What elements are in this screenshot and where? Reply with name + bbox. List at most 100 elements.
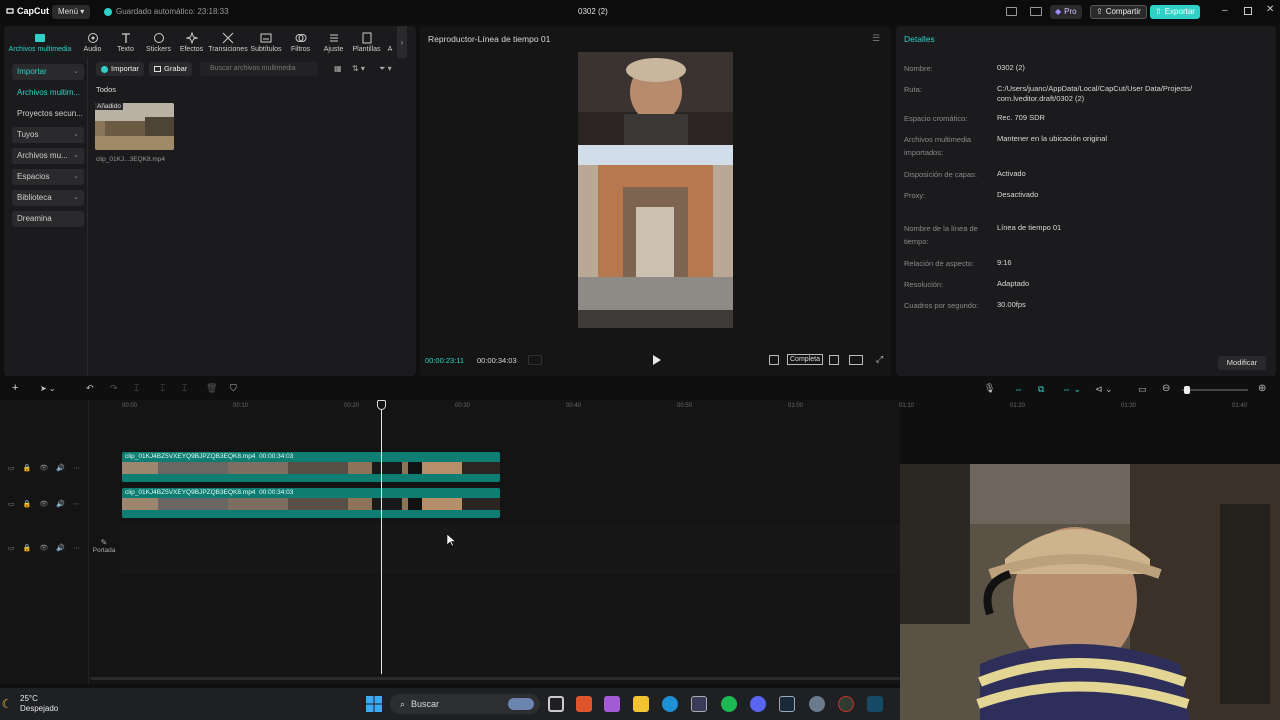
undo-icon[interactable]: ↶ xyxy=(86,383,94,394)
trim-left-icon[interactable]: ⌶ xyxy=(160,383,165,394)
track-toggle-icon[interactable]: ▭ xyxy=(8,544,15,552)
preview-axis-icon[interactable]: ⊲ ⌄ xyxy=(1095,384,1113,395)
file-explorer-icon[interactable] xyxy=(633,696,649,712)
export-button[interactable]: ⇧ Exportar xyxy=(1150,5,1200,19)
brave-browser-icon[interactable] xyxy=(576,696,592,712)
delete-icon[interactable]: 🗑 xyxy=(206,383,217,394)
modify-button[interactable]: Modificar xyxy=(1218,356,1266,370)
more-options-icon[interactable]: ⋯ xyxy=(73,544,80,552)
grid-view-icon[interactable]: ▦ xyxy=(334,64,342,73)
tab-effects[interactable]: Efectos xyxy=(175,26,208,58)
record-button[interactable]: Grabar xyxy=(149,62,193,76)
weather-widget[interactable]: 25°C Despejado xyxy=(20,694,58,714)
select-tool-icon[interactable]: ➤ ⌄ xyxy=(40,384,56,393)
settings-gear-icon[interactable] xyxy=(809,696,825,712)
tab-media[interactable]: Archivos multimedia xyxy=(4,26,76,58)
more-options-icon[interactable]: ⋯ xyxy=(73,500,80,508)
sidebar-item-secondary-projects[interactable]: Proyectos secun... xyxy=(12,106,84,122)
fullscreen-icon[interactable]: ⤢ xyxy=(876,354,883,365)
microphone-icon[interactable]: 🎙 xyxy=(984,383,995,394)
store-icon[interactable] xyxy=(691,696,707,712)
cover-button[interactable]: ✎ Portada xyxy=(90,538,118,560)
copilot-icon[interactable] xyxy=(604,696,620,712)
video-clip[interactable]: clip_01KJ4BZ5VXEYQ9BJPZQB3EQK8.mp4 00:00… xyxy=(122,452,500,482)
minimize-icon[interactable]: – xyxy=(1222,5,1228,16)
tab-stickers[interactable]: Stickers xyxy=(142,26,175,58)
split-icon[interactable]: ⌶ xyxy=(134,383,139,394)
play-button[interactable] xyxy=(652,354,662,366)
crop-icon[interactable] xyxy=(769,355,779,365)
edge-browser-icon[interactable] xyxy=(662,696,678,712)
timeline-ruler[interactable]: 00:00 00:10 00:20 00:30 00:40 00:50 01:00 01:10… xyxy=(0,403,1280,413)
filter-icon[interactable]: ⏷ ▾ xyxy=(379,64,392,74)
tab-subtitles[interactable]: Subtítulos xyxy=(248,26,284,58)
tab-more[interactable]: A xyxy=(383,26,397,58)
sidebar-item-library[interactable]: Biblioteca ⌄ xyxy=(12,190,84,206)
mute-icon[interactable]: 🔊 xyxy=(56,464,65,472)
mute-icon[interactable]: 🔊 xyxy=(56,544,65,552)
sidebar-item-yours[interactable]: Tuyos ⌄ xyxy=(12,127,84,143)
tab-filters[interactable]: Filtros xyxy=(284,26,317,58)
lock-icon[interactable]: 🔒 xyxy=(23,500,32,508)
import-button[interactable]: Importar xyxy=(96,62,144,76)
player-menu-icon[interactable]: ☰ xyxy=(872,33,880,44)
visibility-icon[interactable]: 👁 xyxy=(39,464,48,472)
magnet-icon[interactable]: ⧉ xyxy=(1038,384,1044,395)
discord-icon[interactable] xyxy=(750,696,766,712)
timeline-scrollbar[interactable] xyxy=(90,677,900,680)
sidebar-item-spaces[interactable]: Espacios ⌄ xyxy=(12,169,84,185)
shortcuts-icon[interactable] xyxy=(1030,7,1042,16)
pro-button[interactable]: ◆ Pro xyxy=(1050,5,1082,19)
playhead[interactable] xyxy=(381,404,382,674)
zoom-in-icon[interactable]: ⊕ xyxy=(1258,383,1266,394)
tab-text[interactable]: Texto xyxy=(109,26,142,58)
quality-button[interactable]: Completa xyxy=(787,354,823,365)
zoom-slider[interactable] xyxy=(1182,386,1248,394)
sidebar-item-dreamina[interactable]: Dreamina xyxy=(12,211,84,227)
video-clip[interactable]: clip_01KJ4BZ5VXEYQ9BJPZQB3EQK8.mp4 00:00… xyxy=(122,488,500,518)
track-toggle-icon[interactable]: ▭ xyxy=(8,500,15,508)
timecode-toggle-icon[interactable] xyxy=(528,355,542,365)
tab-templates[interactable]: Plantillas xyxy=(350,26,383,58)
menu-button[interactable]: Menú ▾ xyxy=(52,5,91,19)
tab-adjust[interactable]: Ajuste xyxy=(317,26,350,58)
layout-icon[interactable] xyxy=(1006,7,1017,16)
visibility-icon[interactable]: 👁 xyxy=(39,500,48,508)
shield-icon[interactable]: ⛉ xyxy=(230,383,237,394)
redo-icon[interactable]: ↷ xyxy=(110,383,118,394)
snapshot-icon[interactable] xyxy=(829,355,839,365)
close-icon[interactable]: ✕ xyxy=(1266,4,1274,15)
capcut-taskbar-icon[interactable] xyxy=(867,696,883,712)
filter-all-label[interactable]: Todos xyxy=(96,85,116,94)
share-button[interactable]: ⇪ Compartir xyxy=(1090,5,1147,19)
add-track-icon[interactable]: + xyxy=(12,382,18,394)
ratio-icon[interactable] xyxy=(849,355,863,365)
zoom-slider-handle[interactable] xyxy=(1184,386,1190,394)
sidebar-item-media-more[interactable]: Archivos mu... ⌄ xyxy=(12,148,84,164)
media-thumbnail[interactable]: Añadido xyxy=(95,103,174,150)
sidebar-item-media-files[interactable]: Archivos multim... xyxy=(12,85,84,101)
zoom-out-icon[interactable]: ⊖ xyxy=(1162,383,1170,394)
sort-icon[interactable]: ⇅ ▾ xyxy=(352,64,365,73)
lock-icon[interactable]: 🔒 xyxy=(23,464,32,472)
visibility-icon[interactable]: 👁 xyxy=(39,544,48,552)
media-search-input[interactable]: Buscar archivos multimedia xyxy=(200,62,318,76)
spotify-icon[interactable] xyxy=(721,696,737,712)
link-icon[interactable]: ⇔ xyxy=(1014,384,1023,394)
sidebar-item-import[interactable]: Importar ⌄ xyxy=(12,64,84,80)
taskbar-search[interactable]: ⌕ Buscar xyxy=(390,694,540,714)
trim-right-icon[interactable]: ⌶ xyxy=(182,383,187,394)
task-view-icon[interactable] xyxy=(548,696,564,712)
tab-transitions[interactable]: Transiciones xyxy=(208,26,248,58)
playhead-handle[interactable] xyxy=(377,400,386,410)
mute-icon[interactable]: 🔊 xyxy=(56,500,65,508)
more-options-icon[interactable]: ⋯ xyxy=(73,464,80,472)
maximize-icon[interactable] xyxy=(1244,7,1252,15)
snap-icon[interactable]: ⇔ ⌄ xyxy=(1062,384,1081,395)
main-track-area[interactable] xyxy=(120,524,900,574)
track-toggle-icon[interactable]: ▭ xyxy=(8,464,15,472)
windows-start-icon[interactable] xyxy=(366,696,382,712)
toolbar-scroll-right[interactable]: › xyxy=(397,26,407,58)
lock-icon[interactable]: 🔒 xyxy=(23,544,32,552)
steam-icon[interactable] xyxy=(779,696,795,712)
